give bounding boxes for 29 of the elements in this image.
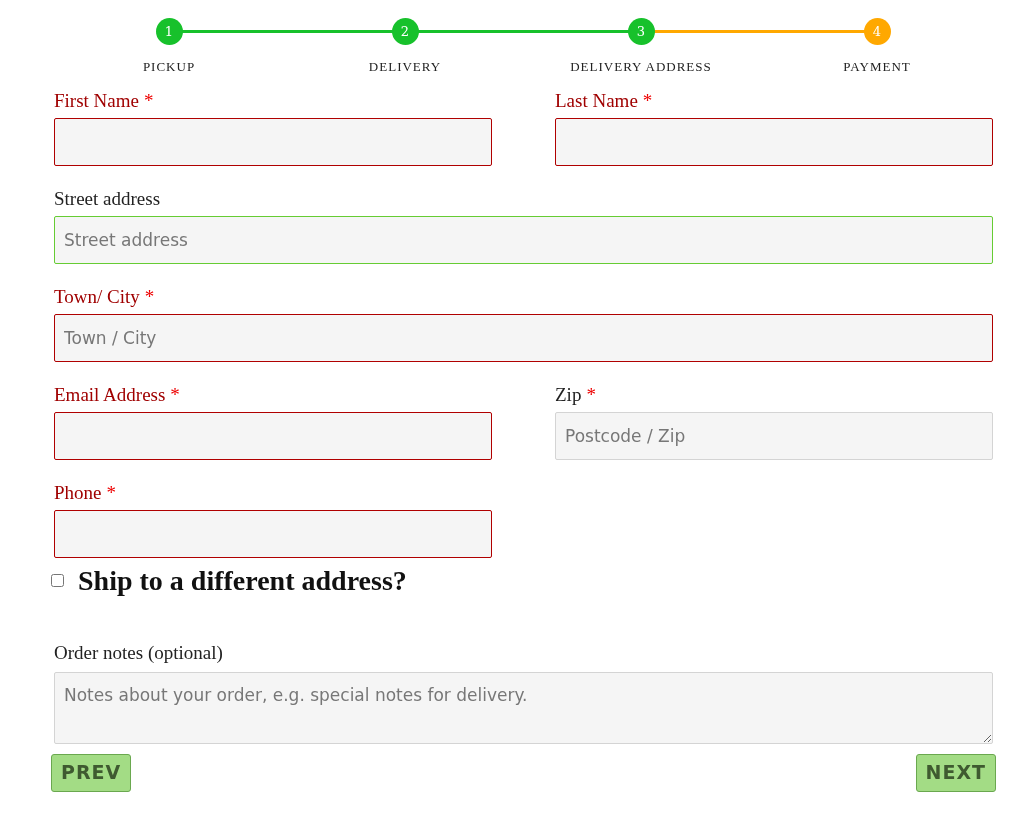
required-mark: * xyxy=(642,89,653,112)
field-label: Town/ City xyxy=(54,285,140,308)
ship-different-label: Ship to a different address? xyxy=(78,563,407,598)
field-label: Last Name xyxy=(555,89,638,112)
input-field[interactable] xyxy=(54,117,492,166)
input-field[interactable] xyxy=(54,509,492,558)
step-label: PICKUP xyxy=(142,58,196,76)
input-field[interactable]: Town / City xyxy=(54,313,993,362)
required-mark: * xyxy=(586,383,596,406)
required-mark: * xyxy=(170,383,180,406)
input-field[interactable] xyxy=(54,411,492,460)
next-button[interactable]: NEXT xyxy=(915,753,996,792)
field-label: Email Address xyxy=(54,383,166,406)
input-field[interactable]: Street address xyxy=(54,215,993,264)
step-label: PAYMENT xyxy=(843,58,911,76)
required-mark: * xyxy=(144,285,155,308)
required-mark: * xyxy=(143,89,154,112)
input-field[interactable] xyxy=(555,117,993,166)
checkbox[interactable] xyxy=(51,574,64,587)
field-label: Phone xyxy=(54,481,102,504)
field-label: First Name xyxy=(54,89,139,112)
order-notes-label: Order notes (optional) xyxy=(54,641,224,664)
order-notes-field[interactable]: Notes about your order, e.g. special notes for delivery. xyxy=(54,671,993,744)
field-label: Zip xyxy=(555,383,582,406)
step-label: DELIVERY xyxy=(368,58,442,76)
required-mark: * xyxy=(106,481,116,504)
prev-button[interactable]: PREV xyxy=(51,753,132,792)
field-label: Street address xyxy=(54,187,161,210)
step-label: DELIVERY ADDRESS xyxy=(570,58,712,76)
